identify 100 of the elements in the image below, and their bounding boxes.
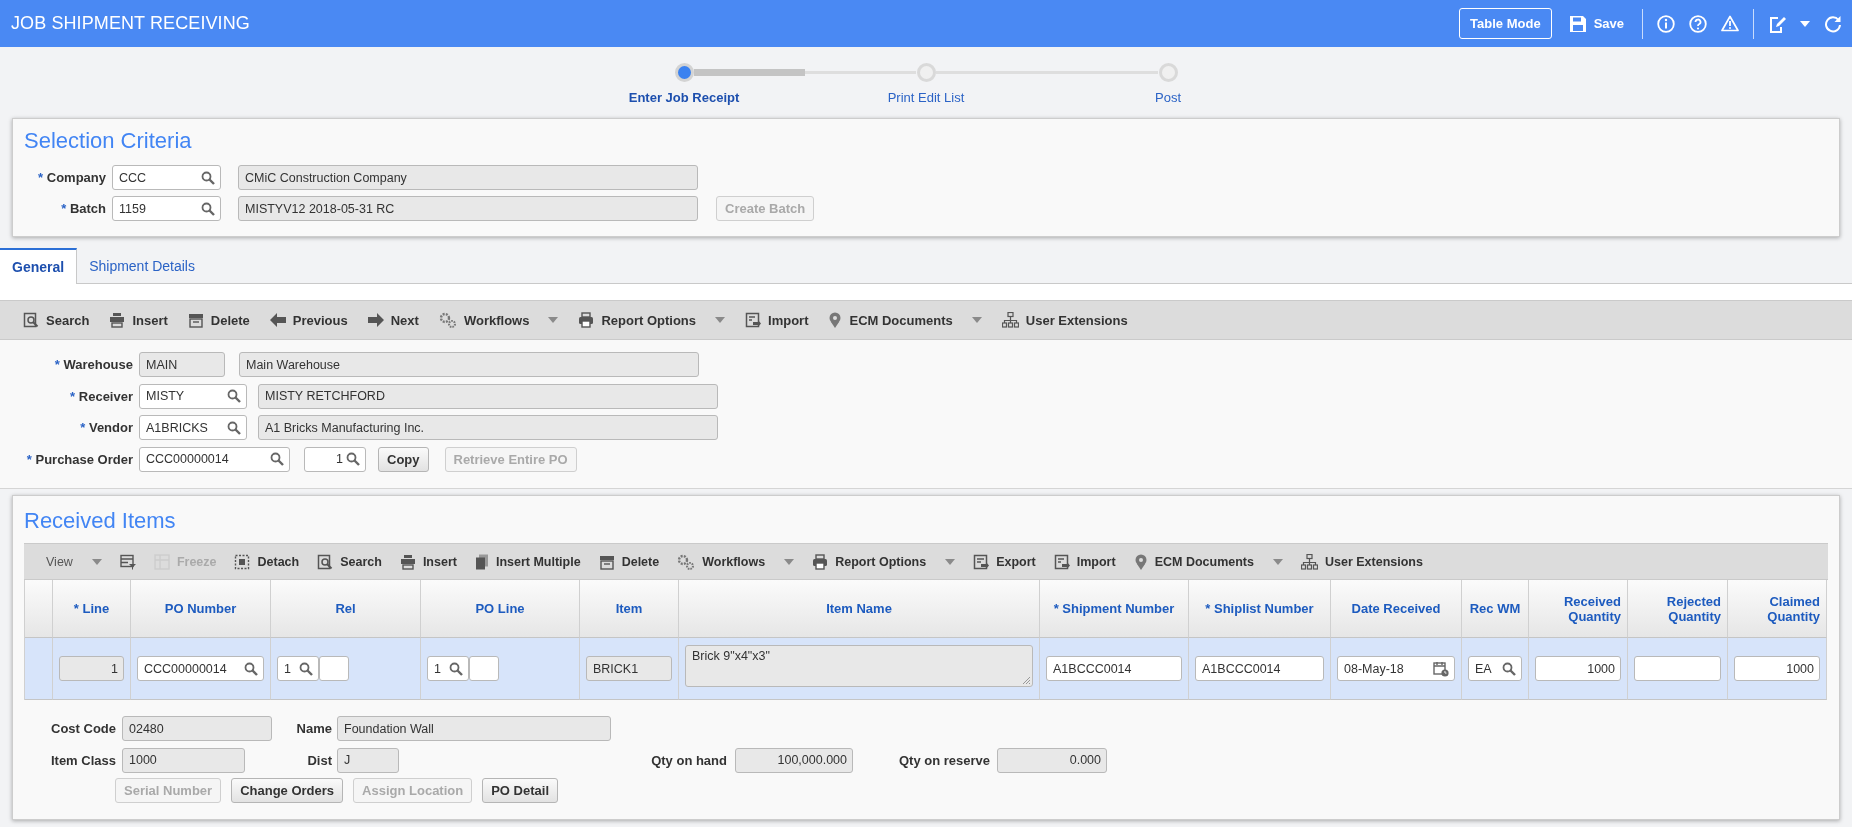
column-header[interactable]: PO Line (421, 580, 580, 638)
caret-icon (715, 317, 726, 323)
toolbar-button[interactable]: View (38, 544, 110, 579)
step-label: Print Edit List (887, 90, 965, 105)
toolbar-button[interactable]: Delete (178, 301, 259, 339)
column-header[interactable]: Item (580, 580, 679, 638)
caret-icon (945, 558, 956, 565)
field-label: Dist (306, 752, 332, 768)
lookup-field[interactable]: CCC (112, 165, 221, 190)
column-header[interactable]: Rejected Quantity (1628, 580, 1728, 638)
column-header[interactable]: Rec WM (1462, 580, 1529, 638)
toolbar-button[interactable]: Detach (226, 544, 308, 579)
input-field[interactable] (319, 656, 349, 681)
input-field[interactable]: A1BCCC0014 (1195, 656, 1324, 681)
lookup-field[interactable]: 1 (304, 446, 366, 472)
column-header[interactable]: Claimed Quantity (1728, 580, 1827, 638)
input-field[interactable]: A1BCCC0014 (1046, 656, 1182, 681)
toolbar-button[interactable]: Search (14, 301, 99, 339)
column-header[interactable]: * Shipment Number (1040, 580, 1189, 638)
toolbar-button[interactable]: Previous (260, 301, 357, 339)
input-field[interactable] (469, 656, 499, 681)
action-button[interactable]: Copy (378, 446, 429, 472)
save-icon (1569, 15, 1586, 32)
display-field: Main Warehouse (239, 352, 699, 378)
lookup-field[interactable]: A1BRICKS (139, 415, 247, 441)
field-label: * Warehouse (53, 357, 133, 373)
toolbar-button[interactable]: Import (1045, 544, 1124, 579)
column-header[interactable]: * Shiplist Number (1189, 580, 1331, 638)
search-icon (346, 452, 360, 467)
search-icon (227, 420, 241, 435)
export-icon (973, 553, 990, 570)
display-field: 1 (59, 656, 124, 681)
display-field: J (337, 747, 399, 773)
column-header[interactable]: PO Number (131, 580, 271, 638)
edit-icon[interactable] (1768, 14, 1786, 33)
toolbar-button[interactable]: Search (309, 544, 390, 579)
help-icon[interactable] (1689, 14, 1707, 33)
insert-row-icon (399, 553, 416, 570)
display-field: MISTY RETCHFORD (258, 383, 718, 409)
toolbar-button[interactable]: Delete (590, 544, 668, 579)
search-icon (270, 452, 284, 467)
toolbar-button[interactable]: Insert (391, 544, 465, 579)
action-button[interactable]: Change Orders (231, 778, 344, 803)
search-icon (23, 312, 39, 328)
column-header[interactable]: * Line (53, 580, 131, 638)
input-field[interactable] (1634, 656, 1721, 681)
toolbar-button[interactable]: ECM Documents (819, 301, 991, 339)
field-label: * Company (37, 170, 106, 185)
column-header[interactable]: Received Quantity (1529, 580, 1628, 638)
lookup-field[interactable]: MISTY (139, 383, 247, 409)
lookup-field[interactable]: 1 (277, 656, 319, 681)
display-field: 02480 (122, 716, 272, 742)
tab[interactable]: General (0, 248, 78, 284)
field-label: Name (295, 721, 332, 737)
field-label: Item Class (49, 752, 116, 768)
search-icon (201, 170, 215, 185)
lookup-field[interactable]: EA (1468, 656, 1522, 681)
action-button[interactable]: PO Detail (482, 778, 558, 803)
caret-icon (1272, 558, 1283, 565)
detach-icon (234, 553, 251, 570)
stack-icon (474, 553, 489, 570)
date-field[interactable]: 08-May-18 (1337, 656, 1455, 681)
lookup-field[interactable]: CCC00000014 (139, 446, 290, 472)
toolbar-button[interactable]: Import (736, 301, 818, 339)
field-label: * Batch (60, 201, 106, 216)
toolbar-button[interactable]: Insert (100, 301, 177, 339)
toolbar-button[interactable]: ECM Documents (1125, 544, 1291, 579)
field-label: Qty on reserve (897, 752, 990, 768)
right-arrow-icon (367, 313, 384, 327)
tab[interactable]: Shipment Details (77, 248, 207, 284)
lookup-field[interactable]: 1159 (112, 196, 221, 221)
lookup-field[interactable]: 1 (427, 656, 469, 681)
toolbar-button[interactable]: Insert Multiple (466, 544, 589, 579)
lookup-field[interactable]: CCC00000014 (137, 656, 264, 681)
field-label: Qty on hand (650, 752, 727, 768)
column-header[interactable]: Rel (271, 580, 421, 638)
search-icon (1502, 661, 1516, 676)
import-icon (745, 312, 762, 328)
info-icon[interactable] (1657, 14, 1675, 33)
column-header[interactable]: Item Name (679, 580, 1040, 638)
refresh-icon[interactable] (1824, 14, 1842, 33)
toolbar-button[interactable]: User Extensions (1292, 544, 1431, 579)
display-field: 1000 (122, 747, 245, 773)
input-field[interactable]: 1000 (1734, 656, 1820, 681)
toolbar-button[interactable]: Next (358, 301, 428, 339)
toolbar-button[interactable]: Workflows (669, 544, 803, 579)
display-field: 0.000 (997, 747, 1107, 773)
toolbar-button[interactable]: Workflows (429, 301, 568, 339)
toolbar-button[interactable]: User Extensions (992, 301, 1137, 339)
warning-icon[interactable] (1721, 15, 1739, 32)
input-field[interactable]: 1000 (1535, 656, 1621, 681)
toolbar-button[interactable]: Export (965, 544, 1044, 579)
toolbar-button[interactable]: Report Options (804, 544, 964, 579)
column-header[interactable]: Date Received (1331, 580, 1462, 638)
toolbar-button[interactable]: Report Options (569, 301, 735, 339)
import-icon (1053, 553, 1070, 570)
display-field: MISTYV12 2018-05-31 RC (238, 196, 698, 221)
field-label: Cost Code (50, 721, 116, 737)
display-field: 100,000.000 (735, 747, 853, 773)
printer-icon (812, 553, 829, 570)
